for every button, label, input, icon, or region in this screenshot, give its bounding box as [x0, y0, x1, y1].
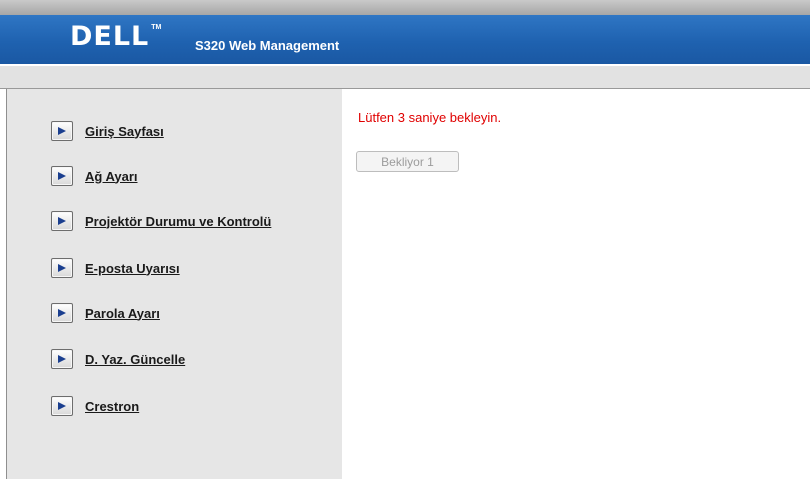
sidebar-item-label[interactable]: Crestron: [85, 399, 139, 414]
sidebar-item-label[interactable]: E-posta Uyarısı: [85, 261, 180, 276]
sidebar-item-firmware-update[interactable]: D. Yaz. Güncelle: [51, 349, 185, 369]
sidebar-item-network-settings[interactable]: Ağ Ayarı: [51, 166, 138, 186]
arrow-right-icon[interactable]: [51, 166, 73, 186]
sidebar-item-password-settings[interactable]: Parola Ayarı: [51, 303, 160, 323]
sidebar-item-label[interactable]: D. Yaz. Güncelle: [85, 352, 185, 367]
sidebar-item-crestron[interactable]: Crestron: [51, 396, 139, 416]
top-frame-strip: [0, 0, 810, 16]
trademark-mark: TM: [151, 24, 162, 31]
sidebar: Giriş Sayfası Ağ Ayarı Projektör Durumu …: [6, 89, 343, 479]
sidebar-item-email-alert[interactable]: E-posta Uyarısı: [51, 258, 180, 278]
sidebar-item-label[interactable]: Giriş Sayfası: [85, 124, 164, 139]
sidebar-item-home[interactable]: Giriş Sayfası: [51, 121, 164, 141]
arrow-right-icon[interactable]: [51, 121, 73, 141]
arrow-right-icon[interactable]: [51, 211, 73, 231]
app-title: S320 Web Management: [195, 38, 340, 53]
dell-logo-text: DELL: [70, 21, 150, 52]
sidebar-item-projector-status[interactable]: Projektör Durumu ve Kontrolü: [51, 211, 271, 231]
arrow-right-icon[interactable]: [51, 349, 73, 369]
wait-message: Lütfen 3 saniye bekleyin.: [358, 110, 502, 125]
sub-header-strip: [0, 66, 810, 89]
waiting-countdown-button[interactable]: Bekliyor 1: [356, 151, 459, 172]
main-content: Lütfen 3 saniye bekleyin. Bekliyor 1: [342, 89, 810, 479]
arrow-right-icon[interactable]: [51, 258, 73, 278]
sidebar-item-label[interactable]: Parola Ayarı: [85, 306, 160, 321]
arrow-right-icon[interactable]: [51, 396, 73, 416]
sidebar-item-label[interactable]: Projektör Durumu ve Kontrolü: [85, 214, 271, 229]
dell-logo: DELL TM: [70, 23, 161, 51]
arrow-right-icon[interactable]: [51, 303, 73, 323]
sidebar-item-label[interactable]: Ağ Ayarı: [85, 169, 138, 184]
